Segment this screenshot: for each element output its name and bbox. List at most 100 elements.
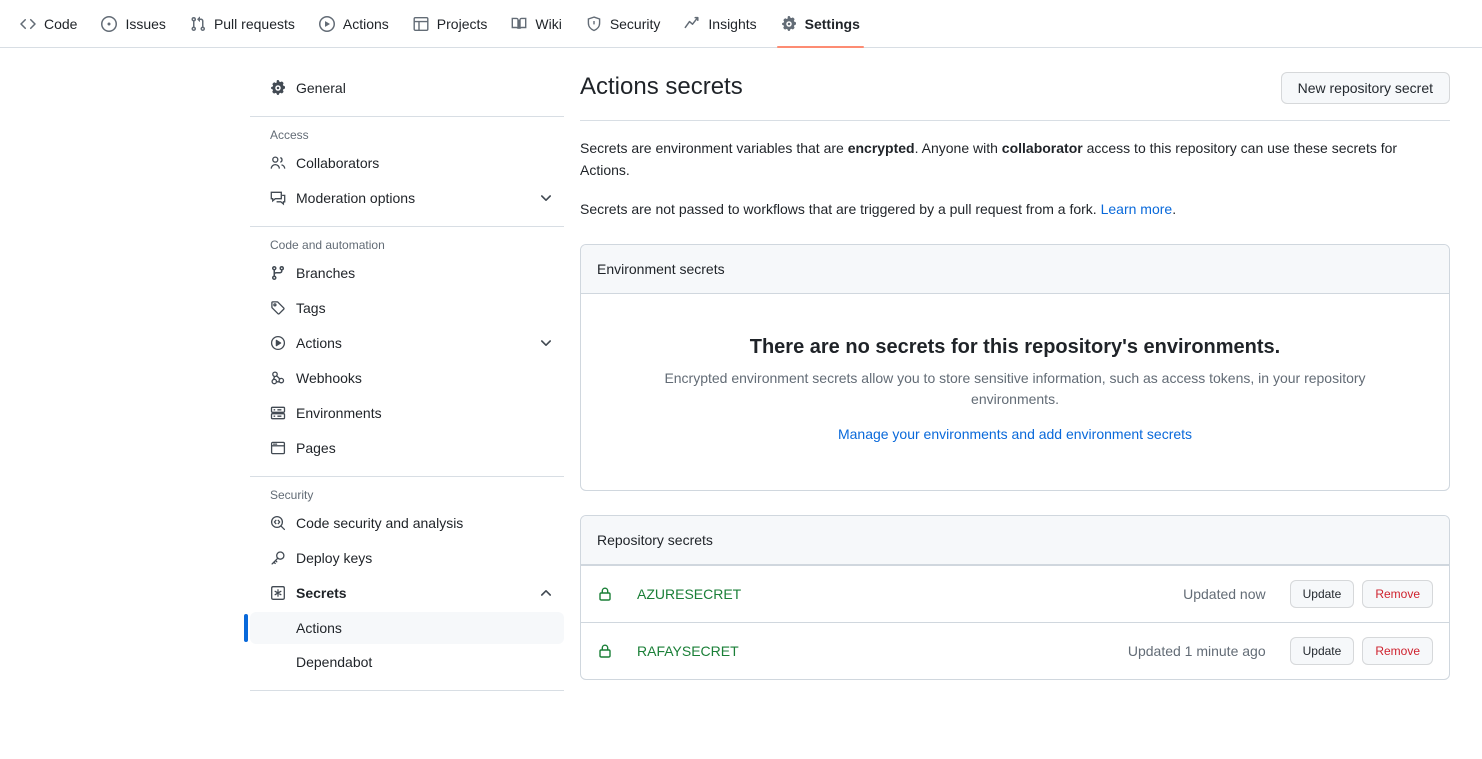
sidebar-item-label: Branches — [296, 265, 356, 281]
git-branch-icon — [270, 265, 286, 281]
sidebar-item-label: Deploy keys — [296, 550, 373, 566]
sidebar-divider — [250, 690, 564, 691]
intro-text-period: . — [1172, 200, 1177, 217]
nav-tab-label: Wiki — [535, 15, 562, 32]
blankslate-title: There are no secrets for this repository… — [749, 336, 1281, 359]
tag-icon — [270, 300, 286, 316]
nav-tab-label: Pull requests — [213, 15, 295, 32]
sidebar-item-branches[interactable]: Branches — [250, 257, 564, 289]
sidebar-item-label: General — [296, 80, 346, 96]
intro-text-fork: Secrets are not passed to workflows that… — [580, 200, 1101, 217]
nav-tab-wiki[interactable]: Wiki — [499, 0, 573, 47]
repository-secrets-panel: Repository secrets AZURESECRET Updated n… — [580, 515, 1450, 681]
code-icon — [20, 16, 36, 32]
key-icon — [270, 550, 286, 566]
sidebar-item-general[interactable]: General — [250, 72, 564, 104]
chevron-down-icon[interactable] — [538, 335, 554, 351]
nav-tab-label: Projects — [436, 15, 488, 32]
nav-tab-insights[interactable]: Insights — [672, 0, 768, 47]
sidebar-subitem-dependabot[interactable]: Dependabot — [250, 646, 564, 678]
manage-environments-link[interactable]: Manage your environments and add environ… — [838, 426, 1192, 442]
intro-paragraph-1: Secrets are environment variables that a… — [580, 137, 1425, 182]
sidebar-item-moderation-options[interactable]: Moderation options — [250, 182, 564, 214]
lock-icon — [597, 586, 613, 602]
nav-tab-label: Settings — [804, 15, 860, 32]
sidebar-item-label: Moderation options — [296, 190, 416, 206]
shield-icon — [586, 15, 602, 32]
environment-secrets-blankslate: There are no secrets for this repository… — [581, 294, 1449, 490]
sidebar-item-deploy-keys[interactable]: Deploy keys — [250, 542, 564, 574]
gear-icon — [270, 80, 286, 96]
sidebar-item-collaborators[interactable]: Collaborators — [250, 147, 564, 179]
nav-tab-label: Insights — [708, 15, 757, 32]
graph-icon — [684, 16, 700, 32]
nav-tab-projects[interactable]: Projects — [401, 0, 500, 47]
blankslate-description: Encrypted environment secrets allow you … — [664, 370, 1366, 408]
sidebar-section-heading-access: Access — [270, 128, 309, 142]
nav-tab-pull-requests[interactable]: Pull requests — [178, 0, 307, 47]
asterisk-icon — [270, 585, 286, 601]
sidebar-item-label: Pages — [296, 440, 336, 456]
nav-tab-label: Issues — [125, 15, 166, 32]
page-title: Actions secrets — [580, 73, 743, 100]
chevron-up-icon[interactable] — [538, 585, 554, 601]
intro-text-collaborator: collaborator — [1001, 140, 1083, 156]
settings-page: General Access Collaborators Moderation … — [0, 48, 1482, 759]
browser-icon — [270, 440, 286, 456]
sidebar-section-heading-security: Security — [270, 488, 314, 502]
remove-secret-button[interactable]: Remove — [1362, 637, 1433, 666]
secret-updated-text: Updated now — [1183, 586, 1266, 603]
secret-updated-text: Updated 1 minute ago — [1127, 643, 1266, 660]
table-row: RAFAYSECRET Updated 1 minute ago Update … — [581, 622, 1449, 679]
repository-secrets-panel-header: Repository secrets — [581, 516, 1449, 566]
nav-tab-code[interactable]: Code — [8, 0, 89, 47]
sidebar-item-label: Collaborators — [296, 155, 380, 171]
sidebar-item-actions[interactable]: Actions — [250, 327, 564, 359]
settings-sidebar: General Access Collaborators Moderation … — [244, 72, 580, 759]
nav-tab-actions[interactable]: Actions — [307, 0, 401, 47]
learn-more-link[interactable]: Learn more — [1101, 201, 1173, 217]
table-row: AZURESECRET Updated now Update Remove — [581, 565, 1449, 622]
new-repository-secret-button[interactable]: New repository secret — [1280, 72, 1450, 104]
nav-tab-label: Security — [609, 15, 661, 32]
update-secret-button[interactable]: Update — [1289, 637, 1355, 666]
sidebar-subitem-actions[interactable]: Actions — [244, 612, 564, 644]
chevron-down-icon[interactable] — [538, 190, 554, 206]
server-icon — [270, 405, 286, 421]
remove-secret-button[interactable]: Remove — [1362, 580, 1433, 609]
sidebar-section-heading-code-and-automation: Code and automation — [270, 238, 385, 252]
sidebar-item-label: Environments — [296, 405, 382, 421]
secret-name-link[interactable]: RAFAYSECRET — [637, 643, 1116, 659]
play-icon — [270, 335, 286, 351]
sidebar-item-label: Code security and analysis — [296, 515, 464, 531]
sidebar-item-label: Actions — [296, 335, 342, 351]
page-header: Actions secrets New repository secret — [580, 72, 1450, 121]
repository-nav-bar: Code Issues Pull requests Actions Projec… — [0, 0, 1482, 48]
sidebar-item-label: Secrets — [296, 585, 347, 601]
codescan-icon — [270, 515, 286, 531]
sidebar-item-webhooks[interactable]: Webhooks — [250, 362, 564, 394]
main-content: Actions secrets New repository secret Se… — [580, 72, 1482, 759]
intro-text-encrypted: encrypted — [847, 140, 915, 156]
nav-tab-label: Code — [44, 15, 78, 32]
update-secret-button[interactable]: Update — [1289, 580, 1355, 609]
sidebar-item-label: Webhooks — [296, 370, 362, 386]
nav-tab-security[interactable]: Security — [574, 0, 673, 47]
environment-secrets-panel-header: Environment secrets — [581, 245, 1449, 295]
sidebar-divider — [250, 226, 564, 227]
sidebar-item-tags[interactable]: Tags — [250, 292, 564, 324]
sidebar-item-label: Tags — [296, 300, 326, 316]
sidebar-item-pages[interactable]: Pages — [250, 432, 564, 464]
people-icon — [270, 155, 286, 171]
environment-secrets-panel: Environment secrets There are no secrets… — [580, 244, 1450, 492]
sidebar-item-environments[interactable]: Environments — [250, 397, 564, 429]
secret-name-link[interactable]: AZURESECRET — [637, 586, 1171, 602]
row-actions: Update Remove — [1289, 580, 1433, 609]
sidebar-item-code-security-and-analysis[interactable]: Code security and analysis — [250, 507, 564, 539]
nav-tab-settings[interactable]: Settings — [769, 0, 872, 48]
nav-tab-issues[interactable]: Issues — [89, 0, 177, 47]
lock-icon — [597, 643, 613, 659]
gear-icon — [781, 15, 797, 32]
comment-discussion-icon — [270, 190, 286, 206]
sidebar-item-secrets[interactable]: Secrets — [250, 577, 564, 609]
